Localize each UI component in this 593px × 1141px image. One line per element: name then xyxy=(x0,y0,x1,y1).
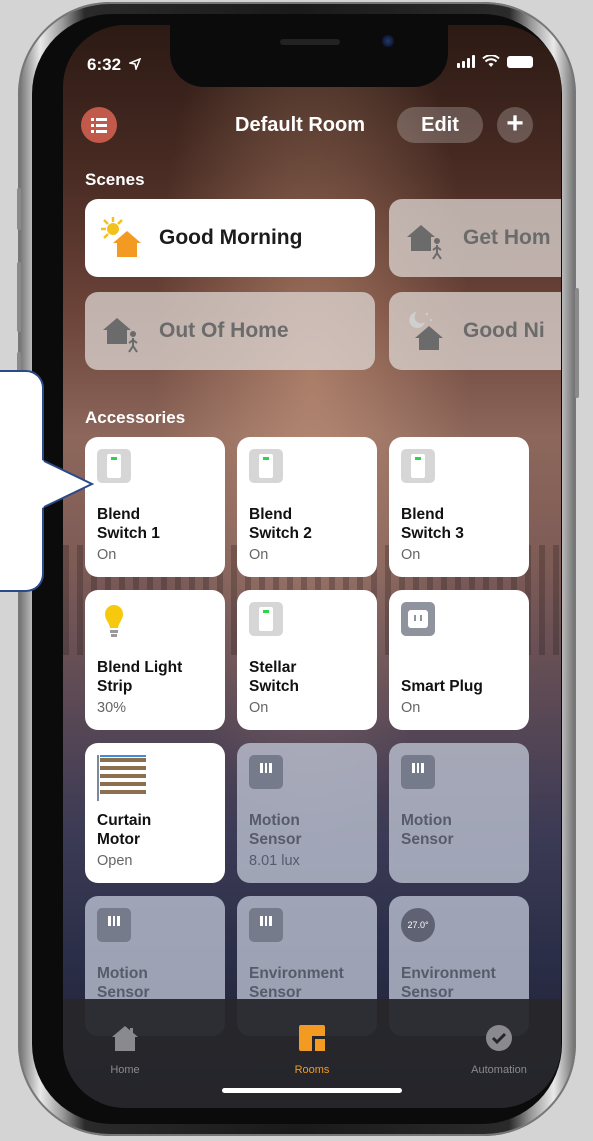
scenes-heading: Scenes xyxy=(85,170,145,189)
volume-up-button xyxy=(17,262,21,332)
lightbulb-icon xyxy=(97,602,131,637)
accessory-name: Blend Switch 3 xyxy=(401,506,464,542)
accessory-tile-blend-light-strip[interactable]: Blend Light Strip 30% xyxy=(85,590,225,730)
speaker xyxy=(280,39,340,45)
switch-icon xyxy=(249,602,283,636)
accessory-tile-stellar-switch[interactable]: Stellar Switch On xyxy=(237,590,377,730)
accessory-tile-smart-plug[interactable]: Smart Plug On xyxy=(389,590,529,730)
accessory-status: On xyxy=(401,547,421,563)
side-button xyxy=(17,188,21,230)
time-text: 6:32 xyxy=(87,55,122,74)
sensor-icon xyxy=(249,755,283,789)
scene-label: Out Of Home xyxy=(159,319,289,342)
accessory-status: 30% xyxy=(97,700,127,716)
location-arrow-icon xyxy=(127,57,142,72)
sensor-icon xyxy=(249,908,283,942)
accessory-tile-motion-sensor-2[interactable]: Motion Sensor xyxy=(389,743,529,883)
home-indicator[interactable] xyxy=(222,1088,402,1093)
temperature-badge: 27.0° xyxy=(401,908,435,942)
screen: 6:32 Default Room Edit + Scenes Good Mor… xyxy=(63,25,561,1108)
moon-house-icon xyxy=(403,308,449,354)
accessory-name: Blend Light Strip xyxy=(97,659,183,695)
accessory-status: On xyxy=(97,547,117,563)
accessory-name: Blend Switch 1 xyxy=(97,506,160,542)
house-icon xyxy=(112,1026,138,1051)
rooms-icon xyxy=(299,1025,325,1051)
wifi-icon xyxy=(482,55,500,67)
cellular-signal-icon xyxy=(457,55,475,68)
notch xyxy=(170,25,448,87)
callout-bubble xyxy=(0,370,44,592)
scene-good-morning[interactable]: Good Morning xyxy=(85,199,375,277)
accessories-heading: Accessories xyxy=(85,408,186,427)
accessory-status: 8.01 lux xyxy=(249,853,300,869)
scene-good-night[interactable]: Good Ni xyxy=(389,292,561,370)
callout-pointer xyxy=(42,460,95,508)
edit-button[interactable]: Edit xyxy=(397,107,483,143)
sensor-icon xyxy=(97,908,131,942)
tab-automation[interactable]: Automation xyxy=(439,1023,559,1076)
tab-label: Rooms xyxy=(294,1064,330,1076)
scene-label: Good Morning xyxy=(159,226,303,249)
accessory-name: Stellar Switch xyxy=(249,659,299,695)
scene-get-home[interactable]: Get Hom xyxy=(389,199,561,277)
status-time: 6:32 xyxy=(87,55,142,75)
accessory-tile-motion-sensor-1[interactable]: Motion Sensor 8.01 lux xyxy=(237,743,377,883)
accessory-status: On xyxy=(249,700,269,716)
scene-label: Get Hom xyxy=(463,226,551,249)
accessory-name: Environment Sensor xyxy=(249,965,344,1001)
tab-label: Automation xyxy=(471,1064,527,1076)
automation-icon xyxy=(486,1025,512,1051)
tab-home[interactable]: Home xyxy=(65,1023,185,1076)
accessory-tile-blend-switch-1[interactable]: Blend Switch 1 On xyxy=(85,437,225,577)
power-button xyxy=(575,288,579,398)
accessory-name: Blend Switch 2 xyxy=(249,506,312,542)
accessory-name: Motion Sensor xyxy=(97,965,150,1001)
accessory-tile-curtain-motor[interactable]: Curtain Motor Open xyxy=(85,743,225,883)
thermometer-icon: 27.0° xyxy=(401,908,435,942)
sun-house-icon xyxy=(99,215,145,261)
accessory-status: On xyxy=(249,547,269,563)
person-away-icon xyxy=(99,308,145,354)
tab-label: Home xyxy=(110,1064,140,1076)
accessory-name: Motion Sensor xyxy=(401,812,454,848)
add-button[interactable]: + xyxy=(497,107,533,143)
menu-button[interactable] xyxy=(81,107,117,143)
plug-icon xyxy=(401,602,435,636)
scene-label: Good Ni xyxy=(463,319,545,342)
tab-rooms[interactable]: Rooms xyxy=(252,1023,372,1076)
list-icon xyxy=(91,118,107,133)
scene-out-of-home[interactable]: Out Of Home xyxy=(85,292,375,370)
accessory-name: Smart Plug xyxy=(401,678,483,695)
accessory-status: Open xyxy=(97,853,133,869)
accessory-tile-blend-switch-3[interactable]: Blend Switch 3 On xyxy=(389,437,529,577)
curtain-icon xyxy=(97,755,146,801)
accessory-name: Motion Sensor xyxy=(249,812,302,848)
accessory-name: Curtain Motor xyxy=(97,812,152,848)
accessory-status: On xyxy=(401,700,421,716)
battery-icon xyxy=(507,55,533,68)
switch-icon xyxy=(97,449,131,483)
person-home-icon xyxy=(403,215,449,261)
accessory-name: Environment Sensor xyxy=(401,965,496,1001)
front-camera xyxy=(382,35,394,47)
switch-icon xyxy=(401,449,435,483)
accessory-tile-blend-switch-2[interactable]: Blend Switch 2 On xyxy=(237,437,377,577)
sensor-icon xyxy=(401,755,435,789)
switch-icon xyxy=(249,449,283,483)
page-title: Default Room xyxy=(235,114,365,136)
nav-bar: Default Room Edit + xyxy=(63,103,561,147)
status-icons xyxy=(457,55,533,68)
